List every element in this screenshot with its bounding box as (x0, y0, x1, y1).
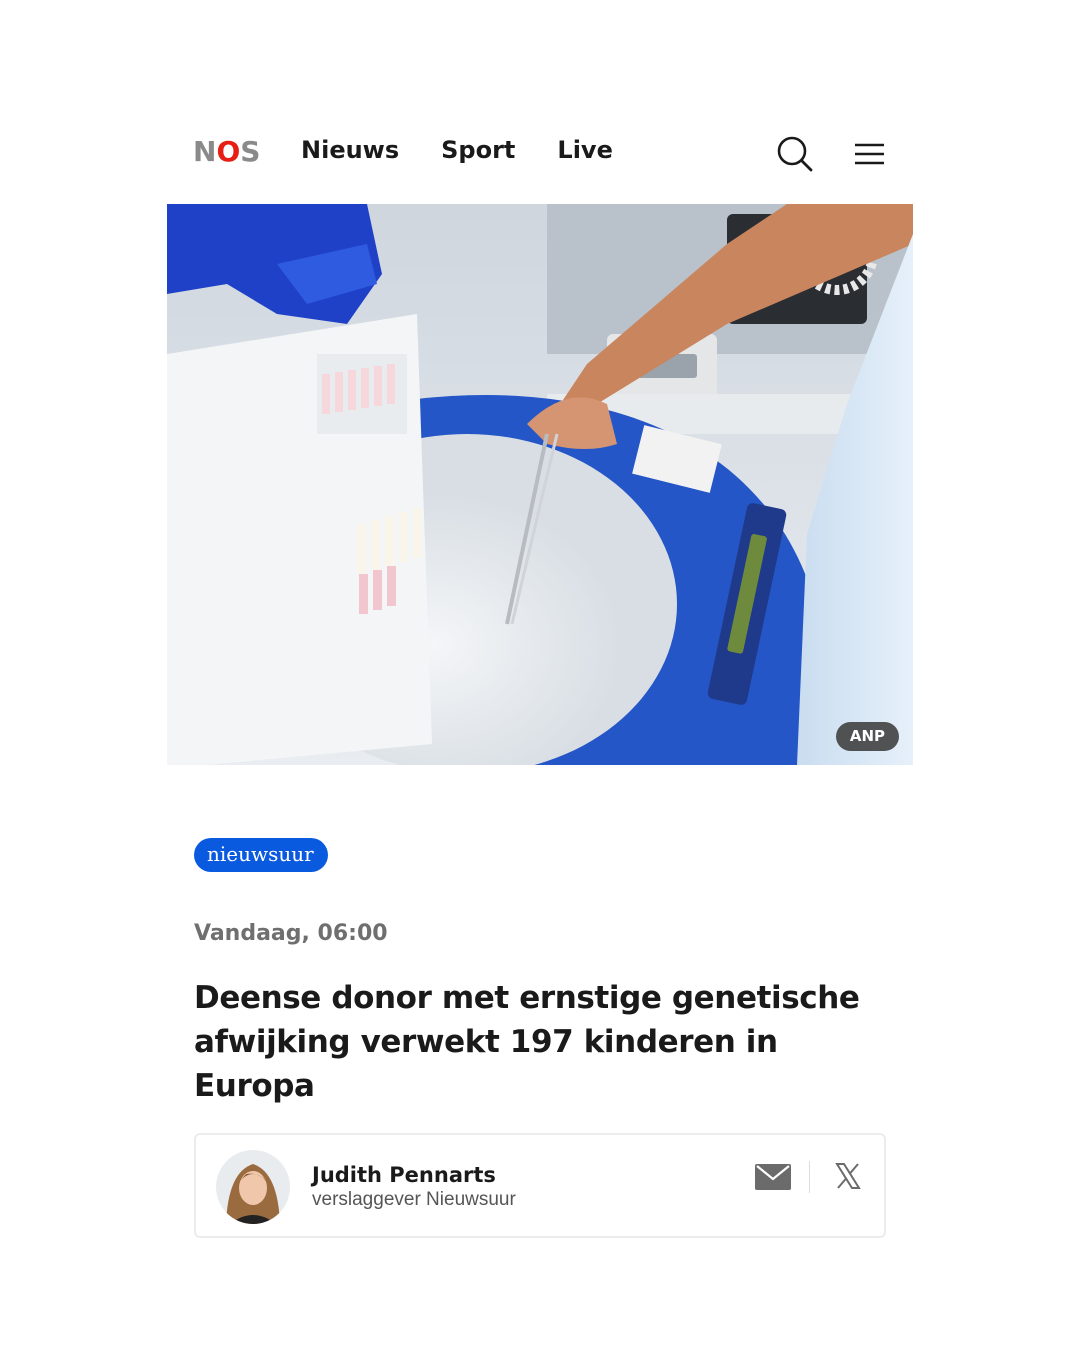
author-photo (216, 1150, 290, 1224)
logo-letter-o: O (216, 135, 241, 168)
hero-photo (167, 204, 913, 765)
photo-credit-badge: ANP (835, 722, 899, 751)
logo-letter-s: S (240, 135, 261, 168)
hamburger-menu-icon (855, 143, 884, 165)
author-role: verslaggever Nieuwsuur (312, 1189, 516, 1210)
article-page: NOS Nieuws Sport Live ANP nieuwsuur Vand… (0, 0, 1080, 1350)
hero-image: ANP (167, 204, 913, 765)
x-logo-icon (835, 1163, 861, 1189)
site-header: NOS Nieuws Sport Live (167, 118, 913, 190)
main-nav: Nieuws Sport Live (301, 136, 613, 165)
nav-item-sport[interactable]: Sport (441, 136, 515, 165)
menu-button[interactable] (851, 134, 891, 174)
program-badge[interactable]: nieuwsuur (194, 838, 328, 872)
search-button[interactable] (775, 134, 815, 174)
share-divider (809, 1161, 810, 1193)
author-card: Judith Pennarts verslaggever Nieuwsuur (194, 1133, 886, 1238)
mail-button[interactable] (754, 1162, 792, 1192)
x-share-button[interactable] (834, 1161, 862, 1191)
article-headline: Deense donor met ernstige genetische afw… (194, 980, 860, 1104)
mail-icon (755, 1164, 791, 1190)
logo-letter-n: N (193, 135, 217, 168)
author-name[interactable]: Judith Pennarts (312, 1163, 496, 1187)
nos-logo[interactable]: NOS (193, 138, 260, 166)
search-icon (777, 136, 813, 172)
nav-item-live[interactable]: Live (557, 136, 612, 165)
publish-date: Vandaag, 06:00 (194, 921, 388, 946)
nav-item-nieuws[interactable]: Nieuws (301, 136, 399, 165)
author-avatar (216, 1150, 290, 1224)
